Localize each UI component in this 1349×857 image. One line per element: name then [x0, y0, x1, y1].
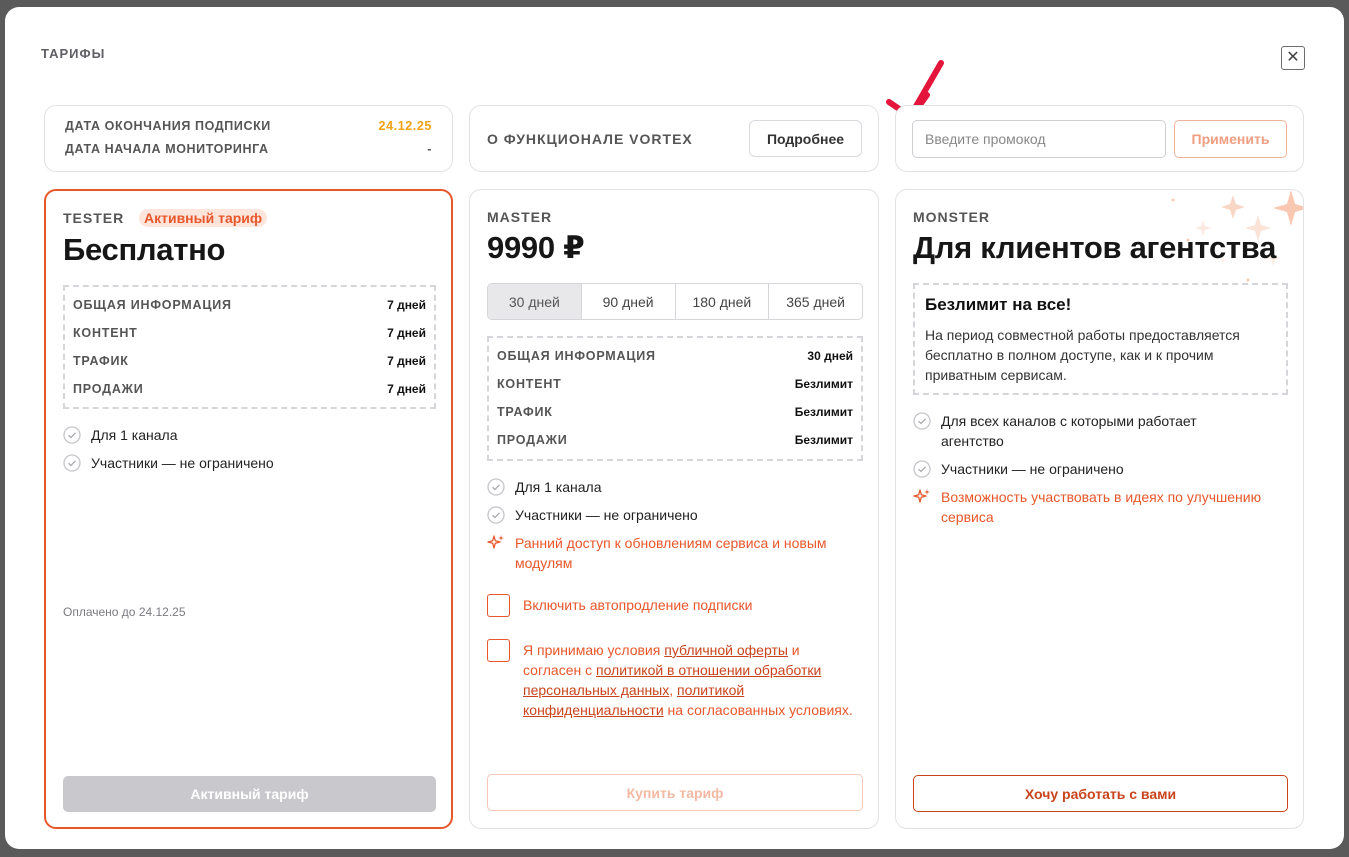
limit-value: 7 дней	[387, 382, 426, 396]
plan-limits-box: ОБЩАЯ ИНФОРМАЦИЯ 30 дней КОНТЕНТ Безлимит …	[487, 336, 863, 461]
terms-text: Я принимаю условия публичной оферты и со…	[523, 640, 857, 720]
promo-card: Введите промокод Применить	[895, 105, 1304, 172]
period-option-30[interactable]: 30 дней	[488, 284, 582, 319]
feature-item: Для 1 канала	[487, 477, 602, 497]
limit-label: ОБЩАЯ ИНФОРМАЦИЯ	[73, 298, 232, 312]
plan-price: Бесплатно	[63, 232, 226, 267]
period-option-365[interactable]: 365 дней	[769, 284, 862, 319]
active-plan-badge: Активный тариф	[139, 209, 268, 227]
feature-item: Участники — не ограничено	[913, 459, 1124, 479]
plan-card-tester: TESTER Активный тариф Бесплатно ОБЩАЯ ИН…	[44, 189, 453, 829]
check-circle-icon	[63, 454, 81, 472]
work-with-us-button[interactable]: Хочу работать с вами	[913, 775, 1288, 812]
terms-text-part: Я принимаю условия	[523, 642, 665, 658]
check-circle-icon	[487, 478, 505, 496]
plan-name: MONSTER	[913, 209, 990, 225]
autorenew-label: Включить автопродление подписки	[523, 597, 753, 613]
feature-text: Участники — не ограничено	[515, 507, 698, 523]
paid-until-text: Оплачено до 24.12.25	[63, 605, 186, 619]
buy-plan-button[interactable]: Купить тариф	[487, 774, 863, 811]
monitoring-start-row: ДАТА НАЧАЛА МОНИТОРИНГА -	[65, 142, 432, 156]
feature-highlight: Ранний доступ к обновлениям сервиса и но…	[487, 533, 857, 573]
limit-row: ПРОДАЖИ 7 дней	[65, 375, 434, 403]
limit-value: 7 дней	[387, 354, 426, 368]
unlimited-title: Безлимит на все!	[925, 295, 1072, 314]
plan-card-master: MASTER 9990 ₽ 30 дней 90 дней 180 дней 3…	[469, 189, 879, 829]
feature-highlight: Возможность участвовать в идеях по улучш…	[913, 487, 1288, 527]
limit-label: КОНТЕНТ	[73, 326, 138, 340]
close-button[interactable]: ✕	[1281, 46, 1305, 70]
limit-label: ТРАФИК	[73, 354, 129, 368]
unlimited-box: Безлимит на все! На период совместной ра…	[913, 283, 1288, 395]
plan-name: MASTER	[487, 209, 553, 225]
subscription-info-card: ДАТА ОКОНЧАНИЯ ПОДПИСКИ 24.12.25 ДАТА НА…	[44, 105, 453, 172]
limit-label: ТРАФИК	[497, 405, 553, 419]
monitoring-start-label: ДАТА НАЧАЛА МОНИТОРИНГА	[65, 142, 269, 156]
autorenew-row: Включить автопродление подписки	[487, 594, 857, 617]
public-offer-link[interactable]: публичной оферты	[664, 642, 788, 658]
terms-text-part: ,	[669, 682, 678, 698]
check-circle-icon	[487, 506, 505, 524]
period-selector: 30 дней 90 дней 180 дней 365 дней	[487, 283, 863, 320]
plan-limits-box: ОБЩАЯ ИНФОРМАЦИЯ 7 дней КОНТЕНТ 7 дней ТРА…	[63, 285, 436, 409]
plan-price: 9990 ₽	[487, 230, 585, 265]
period-option-90[interactable]: 90 дней	[582, 284, 676, 319]
check-circle-icon	[913, 460, 931, 478]
subscription-end-row: ДАТА ОКОНЧАНИЯ ПОДПИСКИ 24.12.25	[65, 119, 432, 133]
limit-row: ТРАФИК Безлимит	[489, 398, 861, 426]
period-option-180[interactable]: 180 дней	[676, 284, 770, 319]
feature-item: Для 1 канала	[63, 425, 178, 445]
feature-item: Для всех каналов с которыми работает аге…	[913, 411, 1283, 451]
feature-item: Участники — не ограничено	[487, 505, 698, 525]
plan-name: TESTER	[63, 210, 125, 226]
subscription-end-date: 24.12.25	[378, 119, 432, 133]
about-vortex-card: О ФУНКЦИОНАЛЕ VORTEX Подробнее	[469, 105, 879, 172]
about-vortex-label: О ФУНКЦИОНАЛЕ VORTEX	[487, 131, 693, 147]
tariffs-modal: ТАРИФЫ ✕ ДАТА ОКОНЧАНИЯ ПОДПИСКИ 24.12.2…	[5, 7, 1344, 849]
promo-code-input[interactable]: Введите промокод	[912, 120, 1166, 158]
close-icon: ✕	[1286, 49, 1300, 66]
sparkle-icon	[487, 535, 504, 549]
limit-label: ПРОДАЖИ	[497, 433, 568, 447]
feature-item: Участники — не ограничено	[63, 453, 274, 473]
limit-value: 7 дней	[387, 298, 426, 312]
limit-label: ПРОДАЖИ	[73, 382, 144, 396]
feature-text: Участники — не ограничено	[91, 455, 274, 471]
limit-row: КОНТЕНТ 7 дней	[65, 319, 434, 347]
sparkle-icon	[913, 489, 930, 503]
limit-row: КОНТЕНТ Безлимит	[489, 370, 861, 398]
more-info-button[interactable]: Подробнее	[749, 120, 862, 157]
unlimited-text: На период совместной работы предоставляе…	[925, 327, 1240, 383]
limit-label: ОБЩАЯ ИНФОРМАЦИЯ	[497, 349, 656, 363]
feature-text: Возможность участвовать в идеях по улучш…	[941, 489, 1262, 525]
terms-text-part: на согласованных условиях.	[663, 702, 853, 718]
apply-promo-button[interactable]: Применить	[1174, 120, 1287, 158]
limit-label: КОНТЕНТ	[497, 377, 562, 391]
limit-value: 30 дней	[807, 349, 853, 363]
modal-title: ТАРИФЫ	[41, 46, 106, 61]
limit-value: 7 дней	[387, 326, 426, 340]
limit-value: Безлимит	[794, 433, 853, 447]
plan-price: Для клиентов агентства	[913, 230, 1277, 265]
check-circle-icon	[63, 426, 81, 444]
feature-text: Для 1 канала	[515, 479, 602, 495]
monitoring-start-value: -	[427, 142, 432, 156]
terms-row: Я принимаю условия публичной оферты и со…	[487, 639, 857, 720]
feature-text: Участники — не ограничено	[941, 461, 1124, 477]
feature-text: Ранний доступ к обновлениям сервиса и но…	[515, 535, 827, 571]
subscription-end-label: ДАТА ОКОНЧАНИЯ ПОДПИСКИ	[65, 119, 271, 133]
limit-value: Безлимит	[794, 377, 853, 391]
feature-text: Для всех каналов с которыми работает аге…	[941, 413, 1197, 449]
autorenew-checkbox[interactable]	[487, 594, 510, 617]
feature-text: Для 1 канала	[91, 427, 178, 443]
active-plan-button[interactable]: Активный тариф	[63, 776, 436, 812]
plan-card-monster: MONSTER Для клиентов агентства Безлимит …	[895, 189, 1304, 829]
terms-checkbox[interactable]	[487, 639, 510, 662]
limit-row: ОБЩАЯ ИНФОРМАЦИЯ 7 дней	[65, 291, 434, 319]
limit-row: ОБЩАЯ ИНФОРМАЦИЯ 30 дней	[489, 342, 861, 370]
check-circle-icon	[913, 412, 931, 430]
limit-row: ПРОДАЖИ Безлимит	[489, 426, 861, 454]
limit-value: Безлимит	[794, 405, 853, 419]
limit-row: ТРАФИК 7 дней	[65, 347, 434, 375]
